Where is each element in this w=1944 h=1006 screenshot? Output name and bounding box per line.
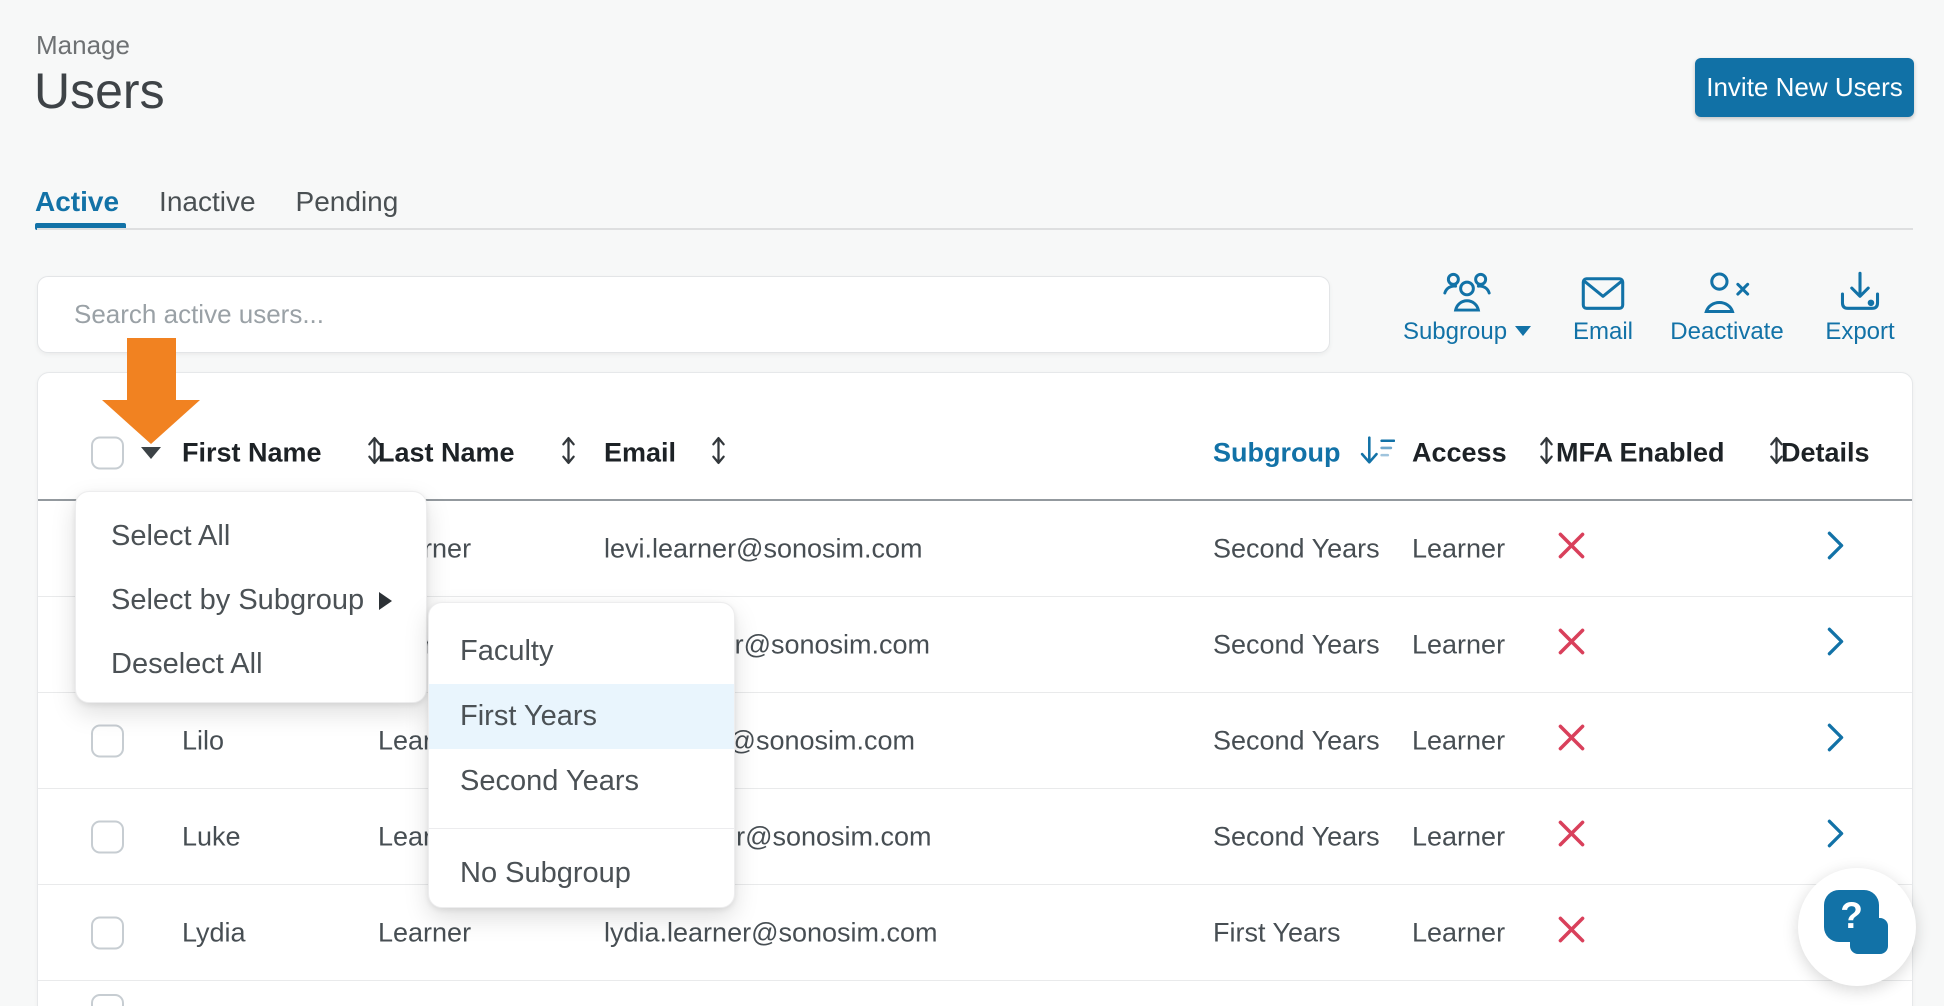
table-header-row: First Name Last Name Email Subgroup Acce… [38,373,1912,501]
submenu-item-faculty[interactable]: Faculty [429,619,734,684]
subgroup-submenu: Faculty First Years Second Years No Subg… [428,602,735,908]
cell-subgroup: First Years [1213,917,1341,948]
cell-subgroup: Second Years [1213,725,1380,756]
cell-access: Learner [1412,821,1505,852]
cell-access: Learner [1412,629,1505,660]
status-tabs: Active Inactive Pending [35,186,398,218]
page-title: Users [34,62,165,120]
mfa-disabled-x-icon [1556,626,1587,664]
sort-last-name-icon[interactable] [560,434,577,472]
sort-subgroup-descending-icon[interactable] [1358,435,1395,472]
submenu-item-no-subgroup[interactable]: No Subgroup [429,829,734,887]
mfa-disabled-x-icon [1556,530,1587,568]
help-button[interactable]: ? [1798,868,1916,986]
header-first-name[interactable]: First Name [182,438,322,469]
mfa-disabled-x-icon [1556,722,1587,760]
tab-pending[interactable]: Pending [296,186,399,218]
toolbar-export-label: Export [1780,318,1940,346]
mfa-disabled-x-icon [1556,818,1587,856]
help-question-icon: ? [1824,890,1879,942]
selection-menu-caret-icon[interactable] [141,447,161,459]
cell-access: Learner [1412,917,1505,948]
submenu-item-first-years[interactable]: First Years [429,684,734,749]
tutorial-arrow [127,338,176,401]
subgroup-people-icon [1442,270,1492,316]
table-row: Lydia Learner lydia.learner@sonosim.com … [38,885,1912,981]
row-details-chevron-icon[interactable] [1826,818,1845,856]
row-details-chevron-icon[interactable] [1826,722,1845,760]
header-subgroup[interactable]: Subgroup [1213,438,1340,469]
row-details-chevron-icon[interactable] [1826,530,1845,568]
cell-subgroup: Second Years [1213,821,1380,852]
header-mfa-enabled[interactable]: MFA Enabled [1556,438,1725,469]
tab-active[interactable]: Active [35,186,119,218]
cell-access: Learner [1412,725,1505,756]
cell-first-name: Luke [182,821,241,852]
manage-users-page: Manage Users Invite New Users Active Ina… [0,0,1944,1006]
submenu-item-second-years[interactable]: Second Years [429,749,734,814]
email-envelope-icon [1580,270,1626,316]
page-eyebrow: Manage [36,30,130,61]
row-checkbox[interactable] [91,820,124,853]
table-row: Luke Learner luke.learner@sonosim.com Se… [38,789,1912,885]
sort-email-icon[interactable] [710,434,727,472]
menu-item-select-all[interactable]: Select All [76,504,426,568]
cell-last-name: Learner [378,917,471,948]
menu-item-select-by-subgroup[interactable]: Select by Subgroup [76,568,426,632]
invite-new-users-button[interactable]: Invite New Users [1695,58,1914,117]
cell-subgroup: Second Years [1213,629,1380,660]
cell-first-name: Lilo [182,725,224,756]
cell-email: lydia.learner@sonosim.com [604,917,938,948]
table-row: Lilo Learner lilo.learner@sonosim.com Se… [38,693,1912,789]
tab-inactive[interactable]: Inactive [159,186,256,218]
export-download-icon [1837,270,1883,316]
row-details-chevron-icon[interactable] [1826,626,1845,664]
submenu-expand-icon [379,592,392,610]
row-checkbox[interactable] [91,724,124,757]
header-last-name[interactable]: Last Name [378,438,515,469]
deactivate-user-icon [1702,270,1752,316]
header-details: Details [1781,438,1870,469]
toolbar-subgroup-label: Subgroup [1403,318,1507,345]
sort-access-icon[interactable] [1538,434,1555,472]
row-checkbox[interactable] [91,916,124,949]
menu-item-deselect-all[interactable]: Deselect All [76,632,426,696]
cell-subgroup: Second Years [1213,533,1380,564]
header-access[interactable]: Access [1412,438,1507,469]
mfa-disabled-x-icon [1556,914,1587,952]
cell-first-name: Lydia [182,917,246,948]
cell-email: levi.learner@sonosim.com [604,533,923,564]
cell-access: Learner [1412,533,1505,564]
search-input[interactable] [37,276,1330,353]
toolbar-export-button[interactable]: Export [1780,270,1940,346]
row-checkbox[interactable] [91,994,124,1006]
header-email[interactable]: Email [604,438,676,469]
selection-context-menu: Select All Select by Subgroup Deselect A… [75,491,427,703]
tutorial-arrow-head-icon [102,400,200,444]
tabs-divider [37,228,1913,230]
